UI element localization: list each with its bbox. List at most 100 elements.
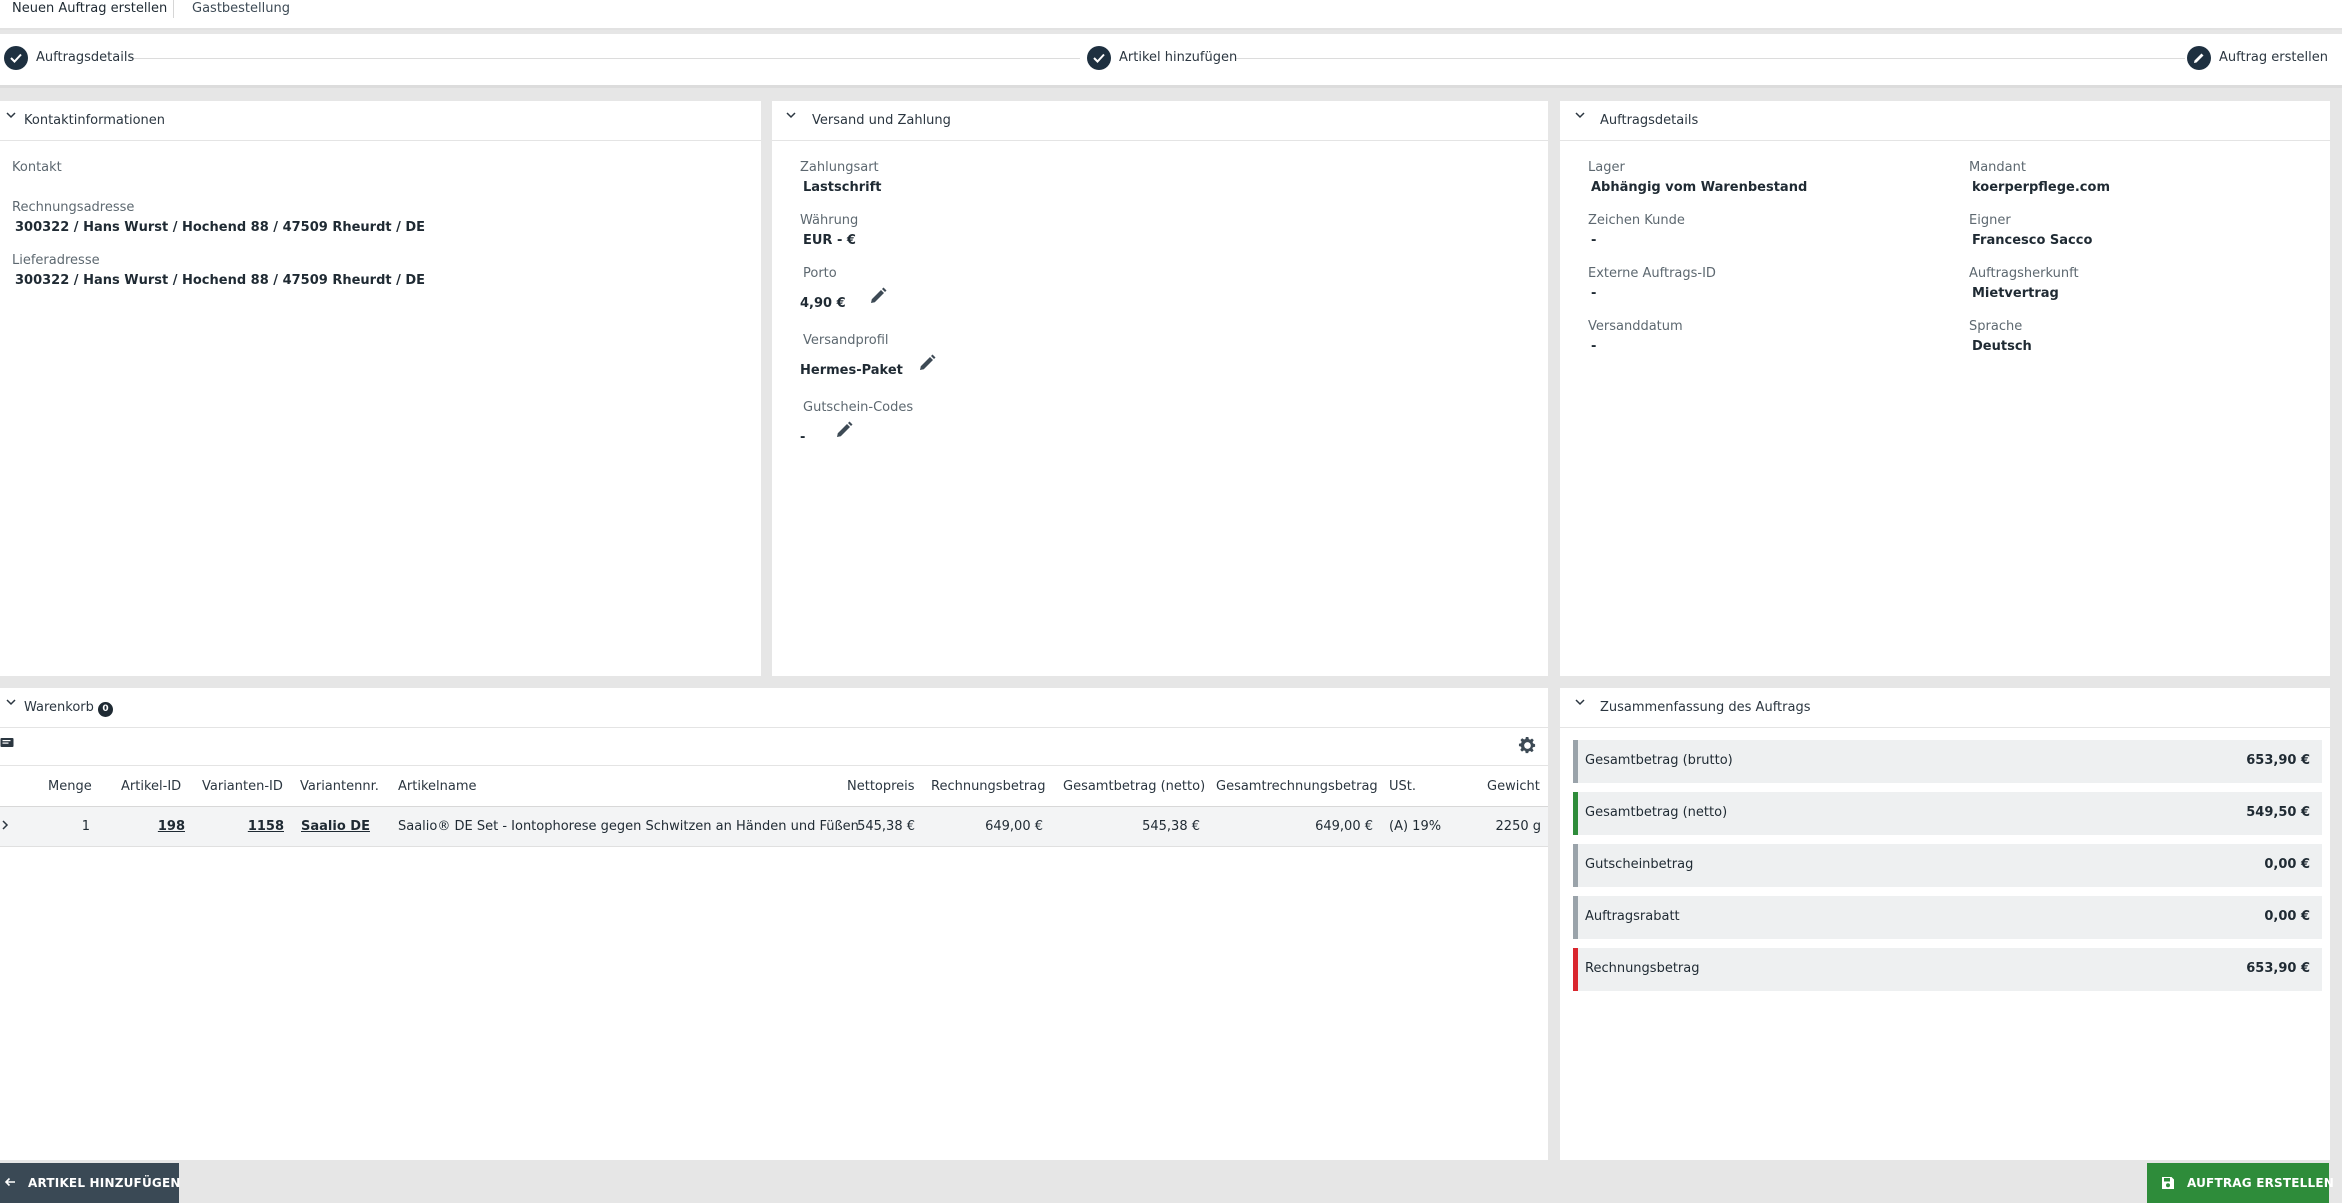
cell-article-id-link[interactable]: 198 bbox=[140, 819, 185, 834]
summary-row-discount: Auftragsrabatt 0,00 € bbox=[1573, 896, 2322, 939]
add-items-back-button[interactable]: ARTIKEL HINZUFÜGEN bbox=[0, 1163, 181, 1203]
cell-total-net: 545,38 € bbox=[1142, 819, 1200, 834]
contact-panel: Kontaktinformationen Kontakt Rechnungsad… bbox=[0, 101, 761, 676]
shipping-date-value: - bbox=[1591, 339, 1597, 354]
tab-divider bbox=[173, 0, 174, 18]
owner-value: Francesco Sacco bbox=[1972, 233, 2093, 248]
column-header-net-price[interactable]: Nettopreis bbox=[847, 779, 915, 794]
summary-row-gross: Gesamtbetrag (brutto) 653,90 € bbox=[1573, 740, 2322, 783]
pencil-icon bbox=[2187, 46, 2211, 70]
panel-title: Auftragsdetails bbox=[1600, 113, 1699, 128]
summary-label: Gesamtbetrag (netto) bbox=[1585, 805, 1728, 820]
cell-variant-number-link[interactable]: Saalio DE bbox=[301, 819, 370, 834]
check-icon bbox=[4, 46, 28, 70]
external-order-id-value: - bbox=[1591, 286, 1597, 301]
summary-label: Rechnungsbetrag bbox=[1585, 961, 1700, 976]
shipping-address-label: Lieferadresse bbox=[12, 253, 100, 268]
porto-value: 4,90 € bbox=[800, 296, 846, 311]
cell-variant-id-link[interactable]: 1158 bbox=[230, 819, 284, 834]
edit-porto-pencil-icon[interactable] bbox=[869, 287, 889, 307]
summary-color-bar bbox=[1573, 896, 1578, 939]
shipping-profile-value: Hermes-Paket bbox=[800, 363, 903, 378]
cell-quantity: 1 bbox=[81, 819, 90, 834]
summary-row-invoice-total: Rechnungsbetrag 653,90 € bbox=[1573, 948, 2322, 991]
tab-guest-order[interactable]: Gastbestellung bbox=[192, 0, 290, 28]
coupon-codes-label: Gutschein-Codes bbox=[803, 400, 914, 415]
column-header-variant-number[interactable]: Variantennr. bbox=[300, 779, 379, 794]
language-value: Deutsch bbox=[1972, 339, 2032, 354]
check-icon bbox=[1087, 46, 1111, 70]
shipping-profile-label: Versandprofil bbox=[803, 333, 889, 348]
edit-coupon-pencil-icon[interactable] bbox=[835, 421, 855, 441]
chevron-down-icon bbox=[6, 697, 16, 710]
cell-weight: 2250 g bbox=[1495, 819, 1541, 834]
client-value: koerperpflege.com bbox=[1972, 180, 2110, 195]
currency-value: EUR - € bbox=[803, 233, 856, 248]
warehouse-label: Lager bbox=[1588, 160, 1625, 175]
edit-shipping-profile-pencil-icon[interactable] bbox=[918, 354, 938, 374]
cell-vat: (A) 19% bbox=[1389, 819, 1442, 834]
shipping-payment-panel: Versand und Zahlung Zahlungsart Lastschr… bbox=[772, 101, 1548, 676]
column-header-vat[interactable]: USt. bbox=[1389, 779, 1416, 794]
tab-bar: Neuen Auftrag erstellen Gastbestellung bbox=[0, 0, 2342, 30]
porto-label: Porto bbox=[803, 266, 837, 281]
order-details-panel: Auftragsdetails Lager Abhängig vom Waren… bbox=[1560, 101, 2330, 676]
panel-title: Zusammenfassung des Auftrags bbox=[1600, 700, 1811, 715]
button-label: AUFTRAG ERSTELLEN bbox=[2187, 1176, 2334, 1190]
row-expand-chevron-icon[interactable] bbox=[1, 819, 9, 835]
column-header-variant-id[interactable]: Varianten-ID bbox=[202, 779, 283, 794]
step-add-items[interactable]: Artikel hinzufügen bbox=[1119, 50, 1237, 66]
chevron-down-icon bbox=[1575, 110, 1585, 123]
shipping-payment-panel-header[interactable]: Versand und Zahlung bbox=[772, 101, 1548, 141]
summary-value: 653,90 € bbox=[2246, 961, 2310, 976]
payment-method-label: Zahlungsart bbox=[800, 160, 879, 175]
gear-icon[interactable] bbox=[1518, 736, 1537, 759]
chevron-down-icon bbox=[6, 110, 16, 123]
step-order-details[interactable]: Auftragsdetails bbox=[36, 50, 134, 66]
cart-count-badge: 0 bbox=[98, 702, 113, 717]
column-header-article-id[interactable]: Artikel-ID bbox=[121, 779, 181, 794]
cell-invoice-amount: 649,00 € bbox=[985, 819, 1043, 834]
panel-title: Versand und Zahlung bbox=[812, 113, 951, 128]
cart-panel: Warenkorb 0 bbox=[0, 688, 1548, 1160]
column-header-invoice-amount[interactable]: Rechnungsbetrag bbox=[931, 779, 1046, 794]
summary-row-coupon: Gutscheinbetrag 0,00 € bbox=[1573, 844, 2322, 887]
order-origin-value: Mietvertrag bbox=[1972, 286, 2059, 301]
column-header-article-name[interactable]: Artikelname bbox=[398, 779, 477, 794]
summary-value: 0,00 € bbox=[2264, 909, 2310, 924]
stepper-line bbox=[130, 58, 1080, 59]
tab-new-order[interactable]: Neuen Auftrag erstellen bbox=[12, 0, 167, 28]
summary-color-bar bbox=[1573, 844, 1578, 887]
cell-article-name: Saalio® DE Set - Iontophorese gegen Schw… bbox=[398, 819, 859, 834]
panel-title: Warenkorb bbox=[24, 700, 94, 715]
contact-label: Kontakt bbox=[12, 160, 62, 175]
summary-label: Auftragsrabatt bbox=[1585, 909, 1680, 924]
billing-address-label: Rechnungsadresse bbox=[12, 200, 135, 215]
summary-color-bar bbox=[1573, 740, 1578, 783]
cart-panel-header[interactable]: Warenkorb 0 bbox=[0, 688, 1548, 728]
summary-value: 549,50 € bbox=[2246, 805, 2310, 820]
order-summary-panel-header[interactable]: Zusammenfassung des Auftrags bbox=[1560, 688, 2330, 728]
column-header-weight[interactable]: Gewicht bbox=[1487, 779, 1540, 794]
arrow-left-icon bbox=[4, 1176, 16, 1192]
order-details-panel-header[interactable]: Auftragsdetails bbox=[1560, 101, 2330, 141]
notes-icon[interactable] bbox=[0, 736, 14, 754]
column-header-total-invoice[interactable]: Gesamtrechnungsbetrag bbox=[1216, 779, 1378, 794]
column-header-total-net[interactable]: Gesamtbetrag (netto) bbox=[1063, 779, 1205, 794]
step-create-order[interactable]: Auftrag erstellen bbox=[2219, 50, 2328, 66]
column-header-quantity[interactable]: Menge bbox=[48, 779, 92, 794]
owner-label: Eigner bbox=[1969, 213, 2011, 228]
billing-address-value: 300322 / Hans Wurst / Hochend 88 / 47509… bbox=[15, 220, 426, 235]
payment-method-value: Lastschrift bbox=[803, 180, 882, 195]
create-order-button[interactable]: AUFTRAG ERSTELLEN bbox=[2147, 1163, 2334, 1203]
summary-color-bar bbox=[1573, 948, 1578, 991]
summary-label: Gutscheinbetrag bbox=[1585, 857, 1694, 872]
external-order-id-label: Externe Auftrags-ID bbox=[1588, 266, 1716, 281]
language-label: Sprache bbox=[1969, 319, 2023, 334]
summary-value: 653,90 € bbox=[2246, 753, 2310, 768]
contact-panel-header[interactable]: Kontaktinformationen bbox=[0, 101, 761, 141]
order-origin-label: Auftragsherkunft bbox=[1969, 266, 2079, 281]
save-icon bbox=[2161, 1176, 2175, 1194]
summary-label: Gesamtbetrag (brutto) bbox=[1585, 753, 1733, 768]
button-label: ARTIKEL HINZUFÜGEN bbox=[28, 1176, 181, 1190]
